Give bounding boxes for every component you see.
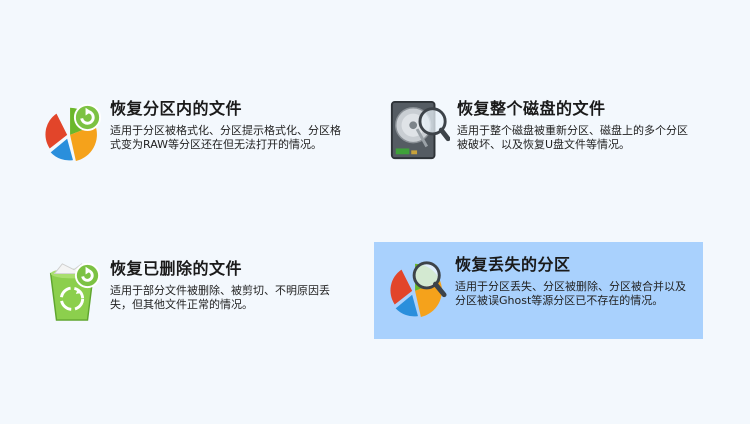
option-recover-whole-disk[interactable]: 恢复整个磁盘的文件 适用于整个磁盘被重新分区、磁盘上的多个分区被破坏、以及恢复U… (376, 86, 705, 183)
option-description: 适用于整个磁盘被重新分区、磁盘上的多个分区被破坏、以及恢复U盘文件等情况。 (457, 124, 688, 151)
pie-chart-magnifier-icon (390, 261, 447, 318)
option-title: 恢复丢失的分区 (455, 255, 571, 274)
option-recover-lost-partition[interactable]: 恢复丢失的分区 适用于分区丢失、分区被删除、分区被合并以及分区被误Ghost等源… (374, 242, 703, 339)
option-recover-deleted-files[interactable]: 恢复已删除的文件 适用于部分文件被删除、被剪切、不明原因丢失，但其他文件正常的情… (29, 246, 358, 343)
option-description: 适用于部分文件被删除、被剪切、不明原因丢失，但其他文件正常的情况。 (110, 284, 330, 311)
option-title: 恢复分区内的文件 (110, 99, 243, 118)
option-title: 恢复整个磁盘的文件 (457, 99, 606, 118)
recycle-bin-icon (49, 262, 101, 321)
option-recover-partition-files[interactable]: 恢复分区内的文件 适用于分区被格式化、分区提示格式化、分区格式变为RAW等分区还… (29, 86, 358, 183)
option-title: 恢复已删除的文件 (110, 259, 243, 278)
option-description: 适用于分区丢失、分区被删除、分区被合并以及分区被误Ghost等源分区已不存在的情… (455, 280, 686, 307)
option-description: 适用于分区被格式化、分区提示格式化、分区格式变为RAW等分区还在但无法打开的情况… (110, 124, 341, 151)
hard-disk-magnifier-icon (390, 100, 450, 160)
pie-chart-refresh-icon (45, 103, 102, 162)
